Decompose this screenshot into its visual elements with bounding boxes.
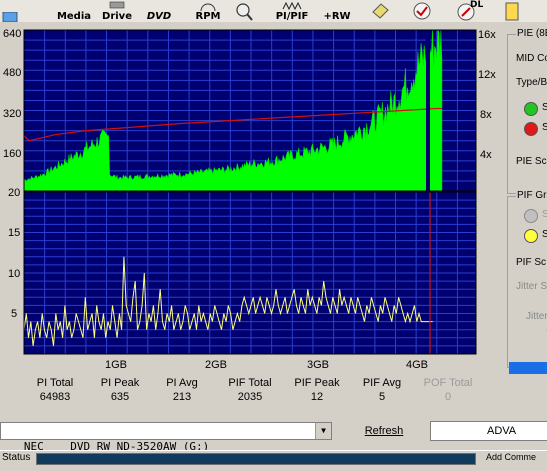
jitter-value-label: Jitter bbox=[526, 311, 547, 322]
chart-panel: 640 480 320 160 20 15 10 5 16x 12x 8x 4x… bbox=[0, 22, 505, 372]
stat-label: PI Peak bbox=[100, 377, 140, 389]
drive-select[interactable]: _NEC DVD_RW ND-3520AW (G:) ▼ bbox=[0, 422, 332, 453]
stat-pif-avg: PIF Avg 5 bbox=[352, 376, 412, 404]
x-tick-4gb: 4GB bbox=[406, 359, 428, 371]
toolbar-button-dvd[interactable]: DVD bbox=[143, 0, 175, 22]
stat-value: 2035 bbox=[237, 391, 263, 403]
stat-value: 64983 bbox=[39, 391, 71, 403]
chevron-down-icon[interactable]: ▼ bbox=[315, 423, 331, 439]
toolbar-button-dl[interactable]: DL bbox=[452, 0, 484, 22]
pie-red-label: S bbox=[542, 122, 547, 133]
toolbar-button-0[interactable] bbox=[0, 0, 22, 22]
pie-green-label: S bbox=[542, 102, 547, 113]
stat-value: 12 bbox=[310, 391, 324, 403]
pif-y-tick-10: 10 bbox=[8, 268, 20, 280]
cd-media-icon bbox=[2, 12, 18, 22]
speed-tick-8x: 8x bbox=[480, 109, 492, 121]
drive-label: Drive bbox=[102, 11, 132, 22]
pie-score-label: PIE Sc bbox=[516, 156, 547, 167]
speed-tick-4x: 4x bbox=[480, 149, 492, 161]
advanced-label: ADVA bbox=[487, 425, 517, 437]
toolbar-button-doc[interactable] bbox=[500, 0, 524, 22]
toolbar: Media Drive DVD RPM PI/PIF +RW DL bbox=[0, 0, 547, 22]
toolbar-button-erase[interactable] bbox=[368, 0, 392, 22]
dvd-logo-icon: DVD bbox=[146, 11, 172, 22]
pi-pif-wave-icon bbox=[282, 1, 302, 11]
stat-value: 635 bbox=[110, 391, 130, 403]
stat-value: 0 bbox=[444, 391, 452, 403]
document-icon bbox=[505, 2, 519, 21]
stat-label: PIF Avg bbox=[362, 377, 402, 389]
type-label: Type/B bbox=[516, 77, 547, 88]
pif-group-title: PIF Gra bbox=[516, 190, 547, 201]
toolbar-button-media[interactable]: Media bbox=[54, 0, 94, 22]
stat-pif-total: PIF Total 2035 bbox=[220, 376, 280, 404]
pi-y-tick-160: 160 bbox=[3, 148, 21, 160]
stat-value: 213 bbox=[172, 391, 192, 403]
status-bar: Status Add Comme bbox=[0, 450, 547, 465]
x-tick-1gb: 1GB bbox=[105, 359, 127, 371]
stat-label: POF Total bbox=[423, 377, 473, 389]
jitter-label: Jitter S bbox=[516, 281, 547, 292]
pif-yellow-label: S bbox=[542, 229, 547, 240]
progress-bar bbox=[509, 362, 547, 374]
pi-pif-charts: 640 480 320 160 20 15 10 5 16x 12x 8x 4x… bbox=[3, 28, 496, 371]
plus-rw-icon: +RW bbox=[323, 11, 351, 22]
stats-row: PI Total 64983 PI Peak 635 PI Avg 213 PI… bbox=[0, 376, 505, 406]
pif-chart-grid bbox=[24, 192, 476, 354]
stat-pi-avg: PI Avg 213 bbox=[152, 376, 212, 404]
pif-score-label: PIF Sc bbox=[516, 257, 547, 268]
refresh-button[interactable]: Refresh bbox=[358, 422, 410, 440]
mid-label: MID Co bbox=[516, 53, 547, 64]
status-label: Status bbox=[2, 452, 31, 463]
pif-disabled-indicator bbox=[524, 209, 538, 223]
pif-y-tick-20: 20 bbox=[8, 187, 20, 199]
stat-label: PI Avg bbox=[166, 377, 198, 389]
toolbar-button-pipif[interactable]: PI/PIF bbox=[272, 0, 312, 22]
disc-check-icon bbox=[413, 2, 431, 20]
stat-label: PI Total bbox=[36, 377, 74, 389]
pif-yellow-indicator bbox=[524, 229, 538, 243]
pif-y-tick-15: 15 bbox=[8, 227, 20, 239]
add-comment-label: Add Comme bbox=[486, 452, 537, 462]
pif-grey-label: S bbox=[542, 209, 547, 220]
speed-tick-12x: 12x bbox=[478, 69, 496, 81]
pie-pass-indicator bbox=[524, 102, 538, 116]
stat-label: PIF Total bbox=[228, 377, 272, 389]
toolbar-button-check[interactable] bbox=[410, 0, 434, 22]
stat-pi-total: PI Total 64983 bbox=[25, 376, 85, 404]
speed-tick-16x: 16x bbox=[478, 29, 496, 41]
drive-icon bbox=[109, 1, 125, 9]
stat-value: 5 bbox=[378, 391, 386, 403]
x-tick-2gb: 2GB bbox=[205, 359, 227, 371]
magnifier-disc-icon bbox=[236, 3, 253, 21]
pi-y-tick-640: 640 bbox=[3, 28, 21, 40]
stat-label: PIF Peak bbox=[294, 377, 340, 389]
toolbar-button-rpm[interactable]: RPM bbox=[190, 0, 226, 22]
pie-fail-indicator bbox=[524, 122, 538, 136]
eraser-icon bbox=[372, 3, 389, 19]
toolbar-button-plusrw[interactable]: +RW bbox=[320, 0, 354, 22]
refresh-label: Refresh bbox=[364, 425, 404, 437]
stat-pi-peak: PI Peak 635 bbox=[90, 376, 150, 404]
pie-group-title: PIE (8E bbox=[516, 28, 547, 39]
dl-label: DL bbox=[470, 0, 484, 10]
toolbar-button-scan[interactable] bbox=[232, 0, 256, 22]
pi-end-gap bbox=[426, 30, 430, 191]
media-label: Media bbox=[56, 11, 92, 22]
pi-y-tick-480: 480 bbox=[3, 67, 21, 79]
status-field bbox=[36, 453, 476, 465]
pipif-label: PI/PIF bbox=[275, 11, 309, 22]
pif-group: PIF Gra S S PIF Sc Jitter S Jitter -- bbox=[507, 190, 547, 368]
pif-y-tick-5: 5 bbox=[11, 308, 17, 320]
toolbar-button-drive[interactable]: Drive bbox=[98, 0, 136, 22]
rpm-gauge-icon bbox=[200, 3, 216, 11]
x-tick-3gb: 3GB bbox=[307, 359, 329, 371]
rpm-label: RPM bbox=[195, 11, 221, 22]
stat-pif-peak: PIF Peak 12 bbox=[287, 376, 347, 404]
stat-pof-total: POF Total 0 bbox=[418, 376, 478, 404]
pi-y-tick-320: 320 bbox=[3, 108, 21, 120]
pie-group: PIE (8E MID Co Type/B S S PIE Sc bbox=[507, 28, 547, 194]
advanced-button[interactable]: ADVA bbox=[430, 421, 547, 441]
